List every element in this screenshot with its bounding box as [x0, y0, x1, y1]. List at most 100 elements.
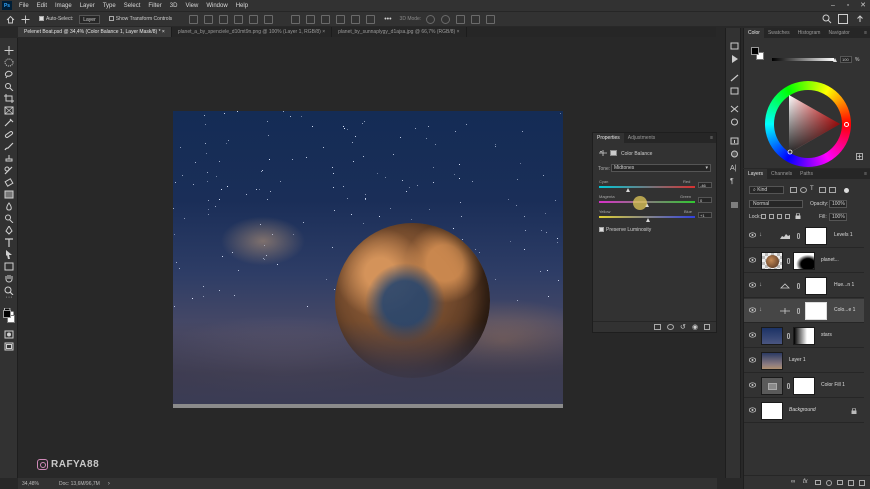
auto-select-checkbox[interactable] — [39, 16, 46, 22]
properties-icon[interactable] — [730, 196, 739, 208]
layer-row-stars[interactable]: stars — [744, 324, 864, 348]
add-mask-icon[interactable] — [815, 480, 821, 485]
menu-filter[interactable]: Filter — [144, 3, 165, 9]
visibility-eye-icon[interactable] — [748, 407, 757, 413]
fg-bg-swatches[interactable] — [751, 47, 765, 61]
layer-mask-thumb[interactable] — [805, 302, 827, 320]
reset-icon[interactable]: ↺ — [680, 323, 686, 331]
tools-icon[interactable] — [730, 100, 739, 113]
chevron-right-icon[interactable]: › — [108, 481, 110, 487]
cyan-red-slider[interactable] — [599, 186, 695, 188]
crop-tool-icon[interactable] — [4, 90, 14, 103]
visibility-eye-icon[interactable] — [748, 232, 757, 238]
tab-close-icon[interactable]: × — [161, 29, 165, 35]
menu-3d[interactable]: 3D — [166, 3, 182, 9]
filter-adjustment-icon[interactable] — [800, 187, 807, 193]
screen-mode-icon[interactable] — [4, 338, 14, 351]
layer-mask-thumb[interactable] — [805, 227, 827, 245]
3d-roll-icon[interactable] — [441, 14, 451, 24]
new-group-icon[interactable] — [837, 480, 843, 485]
tab-color[interactable]: Color — [744, 28, 764, 38]
eraser-tool-icon[interactable] — [4, 174, 14, 187]
align-bottom-icon[interactable] — [219, 14, 229, 24]
distribute-hcenter-icon[interactable] — [351, 14, 361, 24]
layer-mask-thumb[interactable] — [793, 252, 815, 270]
kind-filter-dropdown[interactable]: ⌕ Kind — [749, 186, 784, 194]
cyan-red-value[interactable]: -46 — [698, 182, 712, 188]
visibility-eye-icon[interactable] — [748, 307, 757, 313]
more-options-icon[interactable]: ••• — [384, 16, 391, 23]
quick-select-tool-icon[interactable] — [4, 78, 14, 92]
align-left-icon[interactable] — [234, 14, 244, 24]
lock-artboard-icon[interactable] — [785, 214, 790, 219]
tab-pelenet-boat[interactable]: Pelenet Boat.psd @ 34,4% (Color Balance … — [18, 27, 172, 37]
history-icon[interactable] — [730, 37, 739, 50]
minimize-icon[interactable]: – — [826, 0, 840, 11]
panel-menu-icon[interactable]: ≡ — [864, 169, 870, 179]
history-brush-tool-icon[interactable] — [4, 162, 14, 175]
layer-thumb[interactable] — [761, 377, 783, 395]
type-tool-icon[interactable] — [4, 234, 14, 247]
brush-tool-icon[interactable] — [4, 138, 14, 151]
distribute-right-icon[interactable] — [366, 14, 376, 24]
distribute-bottom-icon[interactable] — [321, 14, 331, 24]
hue-marker[interactable] — [844, 122, 849, 127]
distribute-top-icon[interactable] — [291, 14, 301, 24]
gradient-tool-icon[interactable] — [4, 186, 14, 199]
tab-channels[interactable]: Channels — [767, 169, 796, 179]
lock-transparent-icon[interactable] — [761, 214, 766, 219]
menu-window[interactable]: Window — [202, 3, 231, 9]
visibility-eye-icon[interactable] — [748, 332, 757, 338]
layer-row-hue-saturation[interactable]: ↓ Hue...n 1 — [744, 274, 864, 298]
distribute-left-icon[interactable] — [336, 14, 346, 24]
yellow-blue-thumb[interactable] — [645, 218, 650, 222]
3d-orbit-icon[interactable] — [426, 14, 436, 24]
mask-link-icon[interactable] — [797, 283, 800, 289]
share-icon[interactable] — [855, 14, 865, 24]
foreground-color-swatch[interactable] — [751, 47, 759, 55]
layer-row-color-fill[interactable]: Color Fill 1 — [744, 374, 864, 398]
layer-row-background[interactable]: Background — [744, 399, 864, 423]
foreground-color-swatch[interactable] — [3, 310, 11, 318]
mask-link-icon[interactable] — [787, 383, 790, 389]
layer-row-levels[interactable]: ↓ Levels 1 — [744, 224, 864, 248]
eyedropper-tool-icon[interactable] — [4, 114, 14, 127]
lock-all-icon[interactable] — [795, 212, 801, 219]
blur-tool-icon[interactable] — [4, 198, 14, 211]
mask-link-icon[interactable] — [797, 233, 800, 239]
menu-view[interactable]: View — [181, 3, 202, 9]
menu-type[interactable]: Type — [99, 3, 120, 9]
align-top-icon[interactable] — [189, 14, 199, 24]
brightness-value[interactable]: 100 — [840, 56, 852, 63]
visibility-eye-icon[interactable] — [748, 357, 757, 363]
layer-thumb[interactable] — [761, 327, 783, 345]
align-vcenter-icon[interactable] — [204, 14, 214, 24]
clone-source-icon[interactable] — [730, 113, 739, 126]
workspace-icon[interactable] — [838, 14, 848, 24]
lock-pixels-icon[interactable] — [769, 214, 774, 219]
align-right-icon[interactable] — [264, 14, 274, 24]
cyan-red-thumb[interactable] — [625, 188, 630, 192]
clip-to-layer-icon[interactable] — [654, 324, 661, 330]
trash-icon[interactable] — [704, 324, 710, 330]
tab-close-icon[interactable]: × — [455, 29, 460, 35]
preserve-luminosity-checkbox[interactable] — [599, 227, 604, 232]
pen-tool-icon[interactable] — [4, 222, 14, 235]
color-wheel[interactable] — [765, 81, 851, 167]
auto-select-dropdown[interactable]: Layer — [79, 14, 100, 24]
marquee-tool-icon[interactable] — [4, 54, 14, 67]
layer-thumb[interactable] — [761, 402, 783, 420]
hand-tool-icon[interactable] — [4, 270, 14, 283]
shape-tool-icon[interactable] — [4, 258, 14, 271]
tab-properties[interactable]: Properties — [593, 133, 624, 143]
document-canvas[interactable] — [173, 111, 563, 408]
layer-mask-thumb[interactable] — [793, 327, 815, 345]
info-icon[interactable] — [730, 132, 739, 145]
maximize-icon[interactable]: ▫ — [841, 0, 855, 11]
more-tools-icon[interactable]: ··· — [4, 294, 14, 303]
filter-type-icon[interactable]: T — [810, 186, 814, 192]
search-icon[interactable] — [822, 14, 832, 24]
zoom-tool-icon[interactable] — [4, 282, 14, 296]
path-selection-tool-icon[interactable] — [4, 246, 14, 259]
3d-scale-icon[interactable] — [486, 14, 496, 24]
